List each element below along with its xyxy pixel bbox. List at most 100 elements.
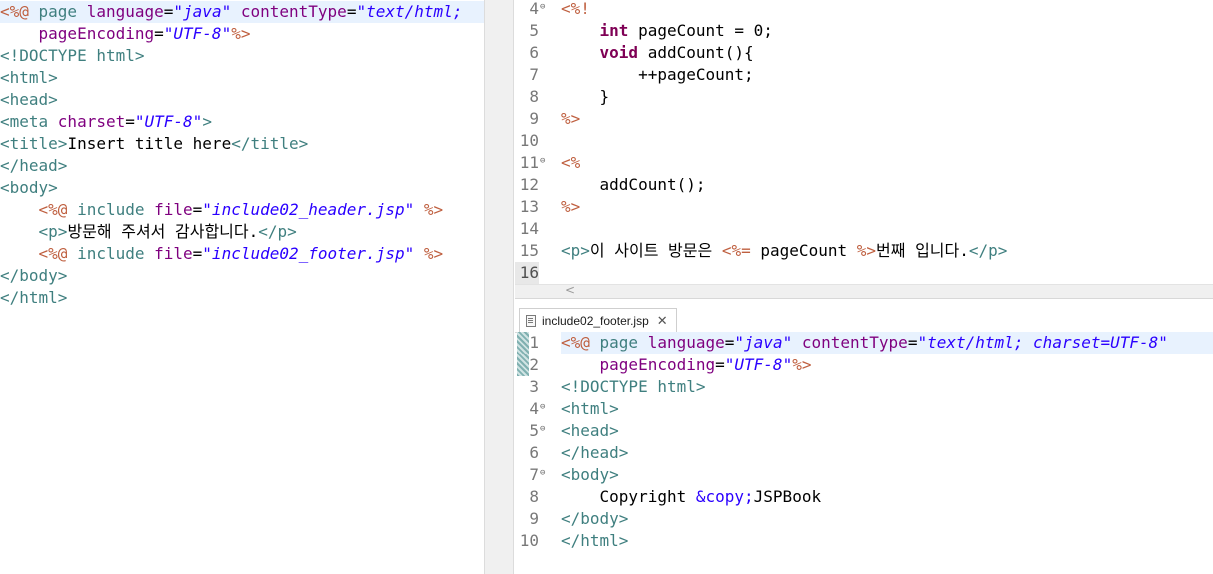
horizontal-scrollbar[interactable]: < xyxy=(515,283,1213,299)
line-number: 10 xyxy=(519,531,539,550)
code-line[interactable]: <%@ include file="include02_header.jsp" … xyxy=(0,199,444,221)
code-token: </html> xyxy=(0,288,68,307)
close-icon[interactable]: ✕ xyxy=(657,313,668,329)
code-line[interactable]: <p>이 사이트 방문은 <%= pageCount %>번째 입니다.</p> xyxy=(561,240,1007,262)
line-number: 16 xyxy=(515,262,539,284)
line-number: 8 xyxy=(529,87,539,106)
code-line[interactable]: <%@ include file="include02_footer.jsp" … xyxy=(0,243,444,265)
fold-toggle-icon[interactable]: ⊖ xyxy=(540,0,545,18)
line-number: 6 xyxy=(529,43,539,62)
code-line[interactable]: Copyright &copy;JSPBook xyxy=(561,486,822,508)
code-token: <%@ xyxy=(561,333,600,352)
tab-include02-footer[interactable]: include02_footer.jsp ✕ xyxy=(519,308,677,333)
code-token: <p> xyxy=(561,241,590,260)
code-line[interactable]: <html> xyxy=(0,67,58,89)
code-token: > xyxy=(202,112,212,131)
code-token: = xyxy=(154,24,164,43)
code-line[interactable]: ++pageCount; xyxy=(561,64,754,86)
code-line[interactable]: void addCount(){ xyxy=(561,42,754,64)
change-marker xyxy=(517,332,529,354)
code-token: 이 사이트 방문은 xyxy=(589,241,722,260)
code-token: <p> xyxy=(38,222,68,241)
vertical-splitter[interactable] xyxy=(484,0,514,574)
code-token: <%@ xyxy=(38,244,78,263)
code-line[interactable]: </head> xyxy=(561,442,628,464)
fold-toggle-icon[interactable]: ⊖ xyxy=(540,396,545,418)
code-token: language xyxy=(86,2,164,21)
code-token: <body> xyxy=(0,178,58,197)
code-token: "java" xyxy=(734,333,793,352)
code-token: "text/html; xyxy=(356,2,463,21)
code-line[interactable]: <%@ page language="java" contentType="te… xyxy=(0,1,484,23)
code-token: ++pageCount; xyxy=(561,65,754,84)
line-number: 7 xyxy=(529,65,539,84)
code-line[interactable]: <%@ page language="java" contentType="te… xyxy=(561,332,1213,354)
code-token: pageEncoding xyxy=(599,355,716,374)
code-line[interactable]: <head> xyxy=(561,420,619,442)
code-line[interactable]: <p>방문해 주셔서 감사합니다.</p> xyxy=(0,221,297,243)
code-token: </p> xyxy=(258,222,297,241)
code-line[interactable]: pageEncoding="UTF-8"%> xyxy=(0,23,251,45)
fold-toggle-icon[interactable]: ⊖ xyxy=(540,150,545,172)
code-line[interactable]: </html> xyxy=(561,530,628,552)
code-token: = xyxy=(715,355,725,374)
code-token: <head> xyxy=(561,421,619,440)
code-line[interactable]: pageEncoding="UTF-8"%> xyxy=(561,354,812,376)
code-token: "UTF-8" xyxy=(134,112,203,131)
code-token: %> xyxy=(856,241,876,260)
code-token: "include02_header.jsp" xyxy=(202,200,415,219)
code-token: addCount(){ xyxy=(638,43,754,62)
fold-toggle-icon[interactable]: ⊖ xyxy=(540,418,545,440)
code-line[interactable]: <!DOCTYPE html> xyxy=(561,376,706,398)
code-line[interactable]: </head> xyxy=(0,155,67,177)
code-line[interactable]: <body> xyxy=(561,464,619,486)
code-line[interactable]: int pageCount = 0; xyxy=(561,20,773,42)
line-number: 14 xyxy=(519,219,539,238)
code-token: language xyxy=(647,333,725,352)
code-token: JSPBook xyxy=(753,487,822,506)
top-right-editor-pane[interactable]: 4 ⊖ <%! 5 int pageCount = 0; 6 void addCount… xyxy=(515,0,1213,288)
code-token: = xyxy=(346,2,357,21)
code-line[interactable]: <meta charset="UTF-8"> xyxy=(0,111,212,133)
code-line[interactable]: <body> xyxy=(0,177,58,199)
code-line[interactable]: </body> xyxy=(0,265,67,287)
fold-toggle-icon[interactable]: ⊖ xyxy=(540,462,545,484)
code-token: "text/html; charset=UTF-8" xyxy=(917,333,1168,352)
line-number: 5 xyxy=(529,21,539,40)
code-token: = xyxy=(192,200,203,219)
line-number: 8 xyxy=(529,487,539,506)
code-line[interactable]: %> xyxy=(561,108,580,130)
code-line[interactable]: <head> xyxy=(0,89,58,111)
code-token: %> xyxy=(423,200,444,219)
code-token: contentType xyxy=(240,2,347,21)
code-line[interactable]: </body> xyxy=(561,508,628,530)
bottom-right-editor-pane[interactable]: 1 <%@ page language="java" contentType="t… xyxy=(515,332,1213,574)
line-number: 6 xyxy=(529,443,539,462)
code-line[interactable]: <html> xyxy=(561,398,619,420)
tab-label: include02_footer.jsp xyxy=(542,314,649,328)
code-line[interactable]: <% xyxy=(561,152,580,174)
line-number: 5 xyxy=(529,421,539,440)
code-line[interactable]: <%! xyxy=(561,0,590,20)
code-token: <%@ xyxy=(38,200,78,219)
code-line[interactable]: </html> xyxy=(0,287,67,309)
code-line[interactable]: <title>Insert title here</title> xyxy=(0,133,308,155)
left-editor-pane[interactable]: <%@ page language="java" contentType="te… xyxy=(0,0,484,574)
code-line[interactable]: %> xyxy=(561,196,580,218)
code-token: void xyxy=(599,43,639,62)
line-number: 12 xyxy=(519,175,539,194)
scroll-left-arrow-icon[interactable]: < xyxy=(565,283,575,297)
code-line[interactable]: addCount(); xyxy=(561,174,706,196)
code-line[interactable]: <!DOCTYPE html> xyxy=(0,45,145,67)
code-token: = xyxy=(907,333,918,352)
editor-tab-bar: include02_footer.jsp ✕ xyxy=(515,306,1213,333)
code-line[interactable]: } xyxy=(561,86,610,108)
line-number: 4 xyxy=(529,0,539,18)
